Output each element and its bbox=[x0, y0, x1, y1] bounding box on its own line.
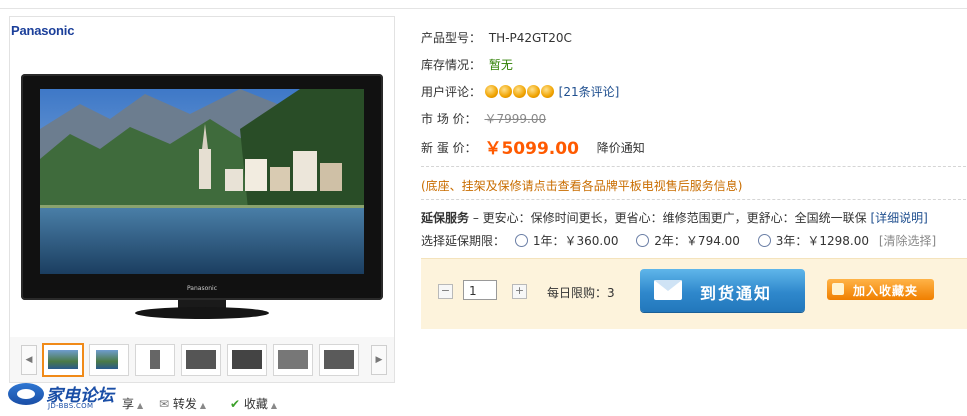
envelope-icon bbox=[654, 280, 682, 300]
increase-quantity-button[interactable]: + bbox=[512, 284, 527, 299]
purchase-box: − 1 + 每日限购：3 到货通知 加入收藏夹 bbox=[421, 258, 967, 329]
star-icon bbox=[526, 84, 540, 98]
model-value: TH-P42GT20C bbox=[488, 31, 572, 45]
price-alert-link[interactable]: 降价通知 bbox=[597, 141, 645, 155]
prev-thumbnail-button[interactable]: ◀ bbox=[21, 345, 37, 375]
daily-limit-text: 每日限购：3 bbox=[547, 286, 615, 300]
collect-button[interactable]: ✔ 收藏 ▲ bbox=[230, 395, 277, 412]
warranty-title: 延保服务 bbox=[421, 211, 470, 225]
warranty-details-link[interactable]: [详细说明] bbox=[870, 211, 927, 225]
caret-down-icon: ▲ bbox=[270, 401, 278, 410]
warranty-description: – 更安心：保修时间更长，更省心：维修范围更广，更舒心：全国统一联保 bbox=[469, 211, 867, 225]
thumbnail-item[interactable] bbox=[135, 344, 175, 376]
product-image-panel: Panasonic Panasonic bbox=[9, 16, 395, 338]
star-icon bbox=[512, 84, 526, 98]
warranty-option-1[interactable]: 1年：￥360.00 bbox=[514, 234, 618, 248]
warranty-option-3[interactable]: 3年：￥1298.00 bbox=[757, 234, 869, 248]
warranty-select-row: 选择延保期限： 1年：￥360.00 2年：￥794.00 3年：￥1298.0… bbox=[421, 234, 937, 248]
market-price-row: 市 场 价： ￥7999.00 bbox=[421, 112, 547, 126]
checkmark-icon: ✔ bbox=[230, 397, 241, 411]
tv-screen-image bbox=[40, 89, 364, 274]
divider bbox=[421, 166, 966, 167]
warranty-option-2[interactable]: 2年：￥794.00 bbox=[636, 234, 740, 248]
new-price: ￥5099.00 bbox=[484, 139, 579, 159]
quantity-input[interactable]: 1 bbox=[463, 280, 497, 300]
top-divider bbox=[0, 0, 967, 9]
radio-icon[interactable] bbox=[636, 234, 650, 247]
radio-icon[interactable] bbox=[757, 234, 771, 247]
thumbnail-item[interactable] bbox=[273, 344, 313, 376]
radio-icon[interactable] bbox=[514, 234, 528, 247]
model-row: 产品型号： TH-P42GT20C bbox=[421, 31, 572, 45]
caret-down-icon: ▲ bbox=[137, 401, 144, 410]
thumbnail-item[interactable] bbox=[227, 344, 267, 376]
thumbnail-item[interactable] bbox=[42, 343, 84, 377]
thumbnail-item[interactable] bbox=[181, 344, 221, 376]
caret-down-icon: ▲ bbox=[199, 401, 207, 410]
tv-product-image[interactable]: Panasonic bbox=[21, 74, 383, 300]
forum-logo-icon bbox=[8, 383, 44, 405]
new-price-row: 新 蛋 价： ￥5099.00 降价通知 bbox=[421, 139, 645, 159]
envelope-icon: ✉ bbox=[159, 397, 170, 411]
folder-icon bbox=[832, 283, 844, 295]
star-icon bbox=[540, 84, 554, 98]
stock-row: 库存情况： 暂无 bbox=[421, 58, 513, 72]
tv-stand-base bbox=[135, 307, 269, 319]
forward-button[interactable]: ✉ 转发 ▲ bbox=[159, 395, 206, 412]
star-icon bbox=[484, 84, 498, 98]
clear-selection-link[interactable]: [清除选择] bbox=[879, 234, 936, 248]
thumbnail-item[interactable] bbox=[89, 344, 129, 376]
rating-stars bbox=[484, 84, 555, 101]
thumbnail-item[interactable] bbox=[319, 344, 359, 376]
thumbnail-strip: ◀ ▶ bbox=[9, 337, 395, 383]
site-watermark-logo: 家电论坛 JD-BBS.COM bbox=[8, 381, 128, 413]
star-icon bbox=[498, 84, 512, 98]
next-thumbnail-button[interactable]: ▶ bbox=[371, 345, 387, 375]
reviews-row: 用户评论： [21条评论] bbox=[421, 84, 620, 101]
market-price: ￥7999.00 bbox=[484, 112, 547, 126]
stock-value: 暂无 bbox=[488, 58, 513, 72]
reviews-link[interactable]: [21条评论] bbox=[559, 85, 620, 99]
arrival-notify-button[interactable]: 到货通知 bbox=[640, 269, 805, 312]
tv-brand-mark: Panasonic bbox=[186, 285, 218, 292]
after-sales-link[interactable]: 各品牌平板电视售后服务信息 bbox=[582, 179, 738, 193]
brand-logo: Panasonic bbox=[11, 23, 75, 38]
decrease-quantity-button[interactable]: − bbox=[438, 284, 453, 299]
add-to-favorites-button[interactable]: 加入收藏夹 bbox=[827, 279, 934, 300]
service-info-row: (底座、挂架及保修请点击查看各品牌平板电视售后服务信息) bbox=[421, 179, 743, 193]
share-button[interactable]: 享 ▲ bbox=[122, 395, 143, 412]
warranty-row: 延保服务 – 更安心：保修时间更长，更省心：维修范围更广，更舒心：全国统一联保 … bbox=[421, 209, 928, 226]
divider bbox=[421, 199, 966, 200]
